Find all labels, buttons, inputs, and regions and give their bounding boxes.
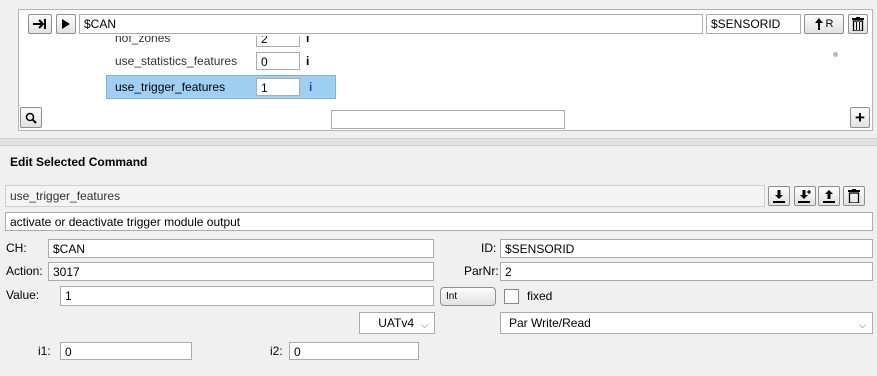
- ch-label: CH:: [6, 241, 27, 255]
- fixed-checkbox[interactable]: [504, 289, 519, 304]
- arrow-down-plus-icon: [798, 189, 811, 203]
- move-up-button[interactable]: [818, 186, 840, 206]
- arrow-up-icon: [823, 189, 835, 203]
- table-row[interactable]: use_statistics_features 0 i: [106, 51, 336, 71]
- command-sensor-id-input[interactable]: $SENSORID: [706, 14, 801, 34]
- i1-input[interactable]: 0: [60, 342, 192, 360]
- table-row[interactable]: nof_zones 2 i: [106, 36, 336, 49]
- i2-label: i2:: [270, 344, 283, 358]
- value-input[interactable]: 1: [60, 286, 434, 306]
- fixed-label: fixed: [527, 289, 553, 303]
- magnifier-icon: [25, 112, 37, 124]
- param-name: nof_zones: [115, 36, 171, 45]
- mode-select[interactable]: Par Write/Read ⌵: [500, 312, 873, 334]
- read-direction-label: R: [825, 18, 834, 30]
- param-value-input[interactable]: 0: [256, 52, 300, 70]
- chevron-down-icon: ⌵: [421, 320, 428, 330]
- action-input[interactable]: 3017: [48, 262, 434, 281]
- param-info-icon[interactable]: i: [309, 78, 312, 96]
- plus-icon: +: [855, 107, 865, 127]
- table-row-selected[interactable]: use_trigger_features 1 i: [106, 75, 336, 99]
- param-value-input[interactable]: 1: [256, 78, 300, 96]
- splitter[interactable]: [0, 138, 877, 146]
- edit-section-title: Edit Selected Command: [10, 155, 148, 169]
- command-channel-input[interactable]: $CAN: [79, 14, 703, 34]
- run-command-button[interactable]: [56, 14, 76, 34]
- parnr-input[interactable]: 2: [500, 262, 873, 281]
- chevron-down-icon: ⌵: [859, 320, 866, 330]
- type-int-button[interactable]: Int: [440, 287, 496, 306]
- ch-input[interactable]: $CAN: [48, 239, 434, 258]
- list-scroll-dot: [833, 52, 838, 57]
- action-label: Action:: [6, 264, 43, 278]
- trash-icon: [852, 17, 864, 31]
- read-direction-button[interactable]: R: [804, 14, 844, 34]
- insert-below-button[interactable]: [768, 186, 790, 206]
- delete-command-button[interactable]: [848, 14, 868, 34]
- protocol-select[interactable]: UATv4 ⌵: [359, 312, 435, 334]
- command-description-field[interactable]: activate or deactivate trigger module ou…: [5, 212, 873, 231]
- insert-command-button[interactable]: [28, 14, 52, 34]
- insert-below-plus-button[interactable]: [794, 186, 816, 206]
- mode-select-value: Par Write/Read: [509, 316, 591, 330]
- param-value-input[interactable]: 2: [256, 36, 300, 47]
- search-button[interactable]: [20, 107, 42, 128]
- command-name-field[interactable]: use_trigger_features: [5, 185, 765, 207]
- delete-selected-button[interactable]: [843, 186, 865, 206]
- parameter-list[interactable]: nof_zones 2 i use_statistics_features 0 …: [24, 36, 869, 102]
- add-command-button[interactable]: +: [850, 107, 870, 128]
- search-input[interactable]: [331, 110, 565, 129]
- trash-icon: [848, 189, 860, 203]
- id-label: ID:: [481, 241, 497, 255]
- parnr-label: ParNr:: [464, 264, 499, 278]
- i1-label: i1:: [38, 344, 51, 358]
- i2-input[interactable]: 0: [289, 342, 419, 360]
- arrow-up-icon: [814, 18, 823, 30]
- protocol-select-value: UATv4: [378, 316, 414, 330]
- param-info-icon[interactable]: i: [306, 52, 309, 70]
- value-label: Value:: [6, 288, 40, 302]
- param-info-icon[interactable]: i: [306, 36, 309, 47]
- type-int-label: Int: [446, 291, 458, 302]
- arrow-to-line-icon: [33, 19, 46, 29]
- arrow-down-icon: [773, 189, 785, 203]
- param-name: use_statistics_features: [115, 54, 238, 68]
- param-name: use_trigger_features: [115, 80, 226, 94]
- id-input[interactable]: $SENSORID: [500, 239, 873, 258]
- play-icon: [62, 19, 70, 29]
